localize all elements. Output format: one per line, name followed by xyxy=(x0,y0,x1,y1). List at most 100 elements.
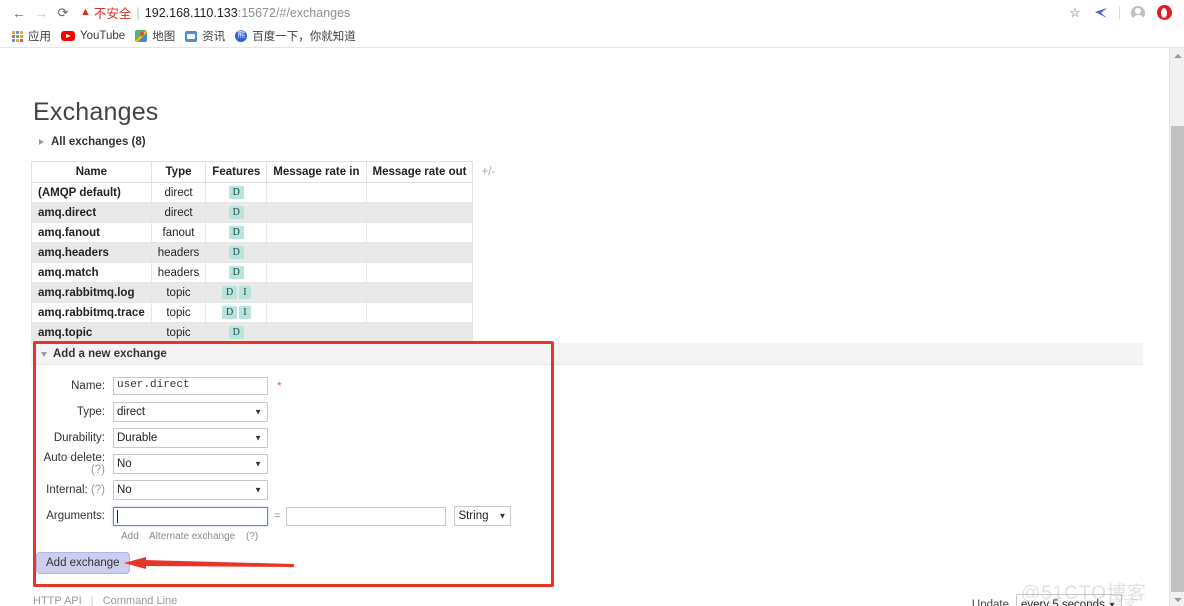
type-select[interactable]: direct ▼ xyxy=(113,402,268,422)
column-toggle-plusminus[interactable]: +/- xyxy=(472,161,502,183)
col-header-rate-in[interactable]: Message rate in xyxy=(266,161,367,183)
cell-message-rate-out xyxy=(365,222,474,243)
cell-message-rate-in xyxy=(266,302,367,323)
table-row: amq.rabbitmq.trace topic D I xyxy=(31,302,502,323)
bookmark-youtube[interactable]: YouTube xyxy=(58,26,132,46)
cell-exchange-type: headers xyxy=(150,242,207,263)
extension-icon[interactable] xyxy=(1089,2,1113,24)
bookmark-baidu[interactable]: 百度一下，你就知道 xyxy=(232,26,363,46)
cell-exchange-type: headers xyxy=(150,262,207,283)
add-exchange-button[interactable]: Add exchange xyxy=(36,552,130,574)
internal-label-text: Internal: xyxy=(46,484,88,496)
feature-badge: I xyxy=(239,286,251,299)
feature-badge: D xyxy=(228,186,244,199)
youtube-icon xyxy=(61,31,75,41)
auto-delete-select[interactable]: No ▼ xyxy=(113,454,268,474)
cell-exchange-name[interactable]: amq.rabbitmq.log xyxy=(31,282,152,303)
chevron-down-icon: ▼ xyxy=(254,459,262,469)
profile-avatar-icon[interactable] xyxy=(1126,2,1150,24)
cell-exchange-name[interactable]: amq.fanout xyxy=(31,222,152,243)
page-scrollbar[interactable] xyxy=(1169,48,1184,606)
table-row: amq.match headers D xyxy=(31,262,502,283)
internal-select[interactable]: No ▼ xyxy=(113,480,268,500)
cell-message-rate-in xyxy=(266,322,367,343)
bookmark-label: 百度一下，你就知道 xyxy=(252,31,356,43)
argument-type-select[interactable]: String ▼ xyxy=(454,506,512,526)
chevron-down-icon: ▼ xyxy=(1108,600,1116,606)
back-icon[interactable]: ← xyxy=(8,2,30,24)
argument-value-input[interactable] xyxy=(286,506,447,526)
help-icon[interactable]: (?) xyxy=(246,531,258,542)
cell-spacer xyxy=(473,283,502,303)
durability-select-value: Durable xyxy=(117,432,158,444)
cell-exchange-name[interactable]: amq.headers xyxy=(31,242,152,263)
update-interval-control: Update every 5 seconds ▼ xyxy=(972,594,1122,606)
cell-exchange-name[interactable]: amq.topic xyxy=(31,322,152,343)
bookmark-news[interactable]: 资讯 xyxy=(182,26,232,46)
argument-sublinks: Add Alternate exchange (?) xyxy=(121,531,553,542)
http-api-link[interactable]: HTTP API xyxy=(33,595,82,606)
scrollbar-thumb[interactable] xyxy=(1171,126,1184,592)
update-interval-select[interactable]: every 5 seconds ▼ xyxy=(1016,594,1122,606)
security-warning-label: 不安全 xyxy=(93,7,132,21)
forward-icon[interactable]: → xyxy=(30,2,52,24)
add-exchange-toggle[interactable]: Add a new exchange xyxy=(41,348,167,360)
exchanges-table-body: (AMQP default) direct Damq.direct direct Dam… xyxy=(31,182,502,343)
cell-exchange-features: DI xyxy=(205,282,268,303)
rabbitmq-management-page: Exchanges All exchanges (8) Name Type Fe… xyxy=(0,48,1167,606)
bookmark-label: 资讯 xyxy=(202,31,226,43)
form-row-arguments: Arguments: = String ▼ xyxy=(33,503,553,529)
command-line-link[interactable]: Command Line xyxy=(103,595,178,606)
cell-spacer xyxy=(473,243,502,263)
auto-delete-label: Auto delete: (?) xyxy=(33,452,113,476)
form-row-durability: Durability: Durable ▼ xyxy=(33,425,553,451)
bookmarks-bar: 应用 YouTube 地图 资讯 百度一下，你就知道 xyxy=(0,25,1184,47)
chevron-down-icon: ▼ xyxy=(254,407,262,417)
cell-message-rate-out xyxy=(365,242,474,263)
cell-spacer xyxy=(473,183,502,203)
table-header-row: Name Type Features Message rate in Messa… xyxy=(31,161,502,183)
add-exchange-form: Name: user.direct * Type: direct ▼ Durab… xyxy=(33,373,553,542)
feature-badge: D xyxy=(228,226,244,239)
cell-exchange-name[interactable]: (AMQP default) xyxy=(31,182,152,203)
toolbar-divider xyxy=(1119,5,1120,20)
scroll-up-icon[interactable] xyxy=(1170,48,1184,63)
required-marker: * xyxy=(277,379,282,393)
col-header-type[interactable]: Type xyxy=(150,161,207,183)
cell-exchange-name[interactable]: amq.rabbitmq.trace xyxy=(31,302,152,323)
cell-message-rate-in xyxy=(266,222,367,243)
cell-exchange-type: topic xyxy=(150,322,207,343)
col-header-name[interactable]: Name xyxy=(31,161,152,183)
equals-sign: = xyxy=(274,510,281,522)
feature-badge: D xyxy=(228,326,244,339)
add-exchange-header-label: Add a new exchange xyxy=(53,348,167,360)
help-icon[interactable]: (?) xyxy=(91,484,105,496)
scroll-down-icon[interactable] xyxy=(1170,592,1184,606)
internal-label: Internal: (?) xyxy=(33,484,113,496)
cell-exchange-name[interactable]: amq.match xyxy=(31,262,152,283)
col-header-rate-out[interactable]: Message rate out xyxy=(365,161,474,183)
bookmark-label: YouTube xyxy=(80,30,126,42)
reload-icon[interactable]: ⟳ xyxy=(52,2,74,24)
argument-key-input[interactable] xyxy=(113,506,268,526)
bookmark-apps[interactable]: 应用 xyxy=(9,26,58,46)
cell-exchange-name[interactable]: amq.direct xyxy=(31,202,152,223)
cell-exchange-type: direct xyxy=(150,182,207,203)
news-icon xyxy=(185,30,198,42)
cell-exchange-type: topic xyxy=(150,302,207,323)
help-icon[interactable]: (?) xyxy=(91,464,105,476)
update-interval-value: every 5 seconds xyxy=(1021,598,1105,606)
chevron-right-icon xyxy=(39,139,44,145)
address-bar[interactable]: ▲ 不安全 | 192.168.110.133:15672/#/exchange… xyxy=(80,2,1055,24)
omnibox-divider: | xyxy=(136,5,140,20)
alternate-exchange-link[interactable]: Alternate exchange xyxy=(149,531,235,542)
add-argument-link[interactable]: Add xyxy=(121,531,139,542)
bookmark-star-icon[interactable]: ☆ xyxy=(1063,2,1087,24)
bookmark-maps[interactable]: 地图 xyxy=(132,26,182,46)
name-input[interactable]: user.direct xyxy=(113,377,268,395)
durability-select[interactable]: Durable ▼ xyxy=(113,428,268,448)
cell-exchange-type: topic xyxy=(150,282,207,303)
opera-icon[interactable] xyxy=(1152,2,1176,24)
table-row: amq.rabbitmq.log topic D I xyxy=(31,282,502,303)
all-exchanges-toggle[interactable]: All exchanges (8) xyxy=(39,136,146,148)
